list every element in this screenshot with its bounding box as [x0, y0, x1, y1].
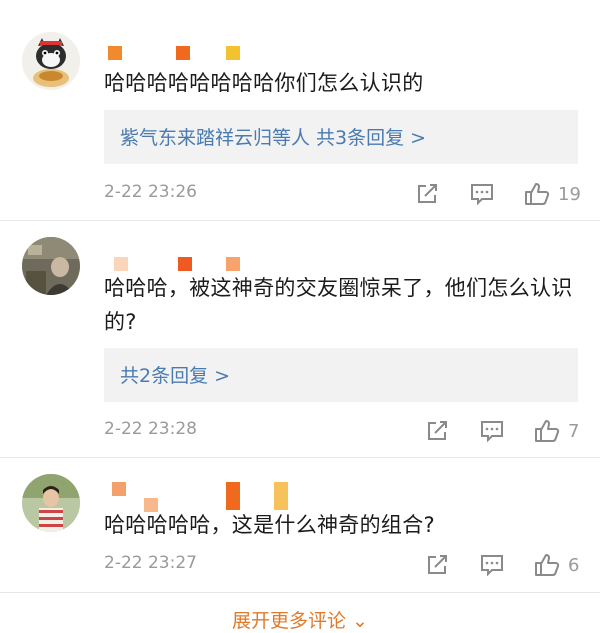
- like-button[interactable]: 7: [534, 417, 579, 445]
- username-masked[interactable]: [108, 44, 308, 66]
- comment-icon: [471, 184, 493, 205]
- comment-button[interactable]: [480, 551, 504, 579]
- thumbs-up-icon: [535, 420, 560, 442]
- avatar[interactable]: [22, 474, 80, 532]
- avatar[interactable]: [22, 237, 80, 295]
- comment-text: 哈哈哈哈哈哈哈哈你们怎么认识的: [104, 71, 424, 95]
- comment-time: 2-22 23:27: [104, 553, 197, 573]
- reply-summary-link[interactable]: 紫气东来踏祥云归等人 共3条回复 >: [120, 123, 426, 150]
- share-icon: [418, 184, 437, 203]
- comment-item: 哈哈哈哈哈，这是什么神奇的组合? 2-22 23:27 6: [0, 458, 600, 592]
- like-count: 6: [568, 554, 580, 576]
- like-count: 19: [558, 183, 581, 205]
- username-masked[interactable]: [108, 480, 308, 512]
- comment-text: 哈哈哈哈哈，这是什么神奇的组合?: [104, 513, 435, 537]
- reply-summary-link[interactable]: 共2条回复 >: [120, 361, 230, 388]
- comment-item: 哈哈哈哈哈哈哈哈你们怎么认识的 紫气东来踏祥云归等人 共3条回复 > 2-22 …: [0, 0, 600, 220]
- like-button[interactable]: 6: [534, 551, 579, 579]
- reply-summary-box[interactable]: 紫气东来踏祥云归等人 共3条回复 >: [104, 110, 578, 164]
- expand-more-comments-link[interactable]: 展开更多评论 ⌄: [0, 606, 600, 633]
- comment-item: 哈哈哈，被这神奇的交友圈惊呆了，他们怎么认识的? 共2条回复 > 2-22 23…: [0, 221, 600, 457]
- share-button[interactable]: [426, 417, 450, 445]
- share-button[interactable]: [416, 180, 440, 208]
- avatar[interactable]: [22, 32, 80, 90]
- comment-icon: [481, 421, 503, 442]
- comment-meta: 2-22 23:26 19: [104, 180, 584, 208]
- comment-meta: 2-22 23:28 7: [104, 417, 584, 445]
- share-button[interactable]: [426, 551, 450, 579]
- like-count: 7: [568, 420, 580, 442]
- thumbs-up-icon: [525, 183, 550, 205]
- comment-time: 2-22 23:26: [104, 182, 197, 202]
- comment-time: 2-22 23:28: [104, 419, 197, 439]
- comment-meta: 2-22 23:27 6: [104, 551, 584, 579]
- share-icon: [428, 555, 447, 574]
- comment-button[interactable]: [470, 180, 494, 208]
- reply-summary-box[interactable]: 共2条回复 >: [104, 348, 578, 402]
- comment-icon: [481, 555, 503, 576]
- comment-text: 哈哈哈，被这神奇的交友圈惊呆了，他们怎么认识的?: [104, 276, 573, 334]
- comment-button[interactable]: [480, 417, 504, 445]
- thumbs-up-icon: [535, 554, 560, 576]
- like-button[interactable]: 19: [524, 180, 581, 208]
- divider: [0, 592, 600, 593]
- share-icon: [428, 421, 447, 440]
